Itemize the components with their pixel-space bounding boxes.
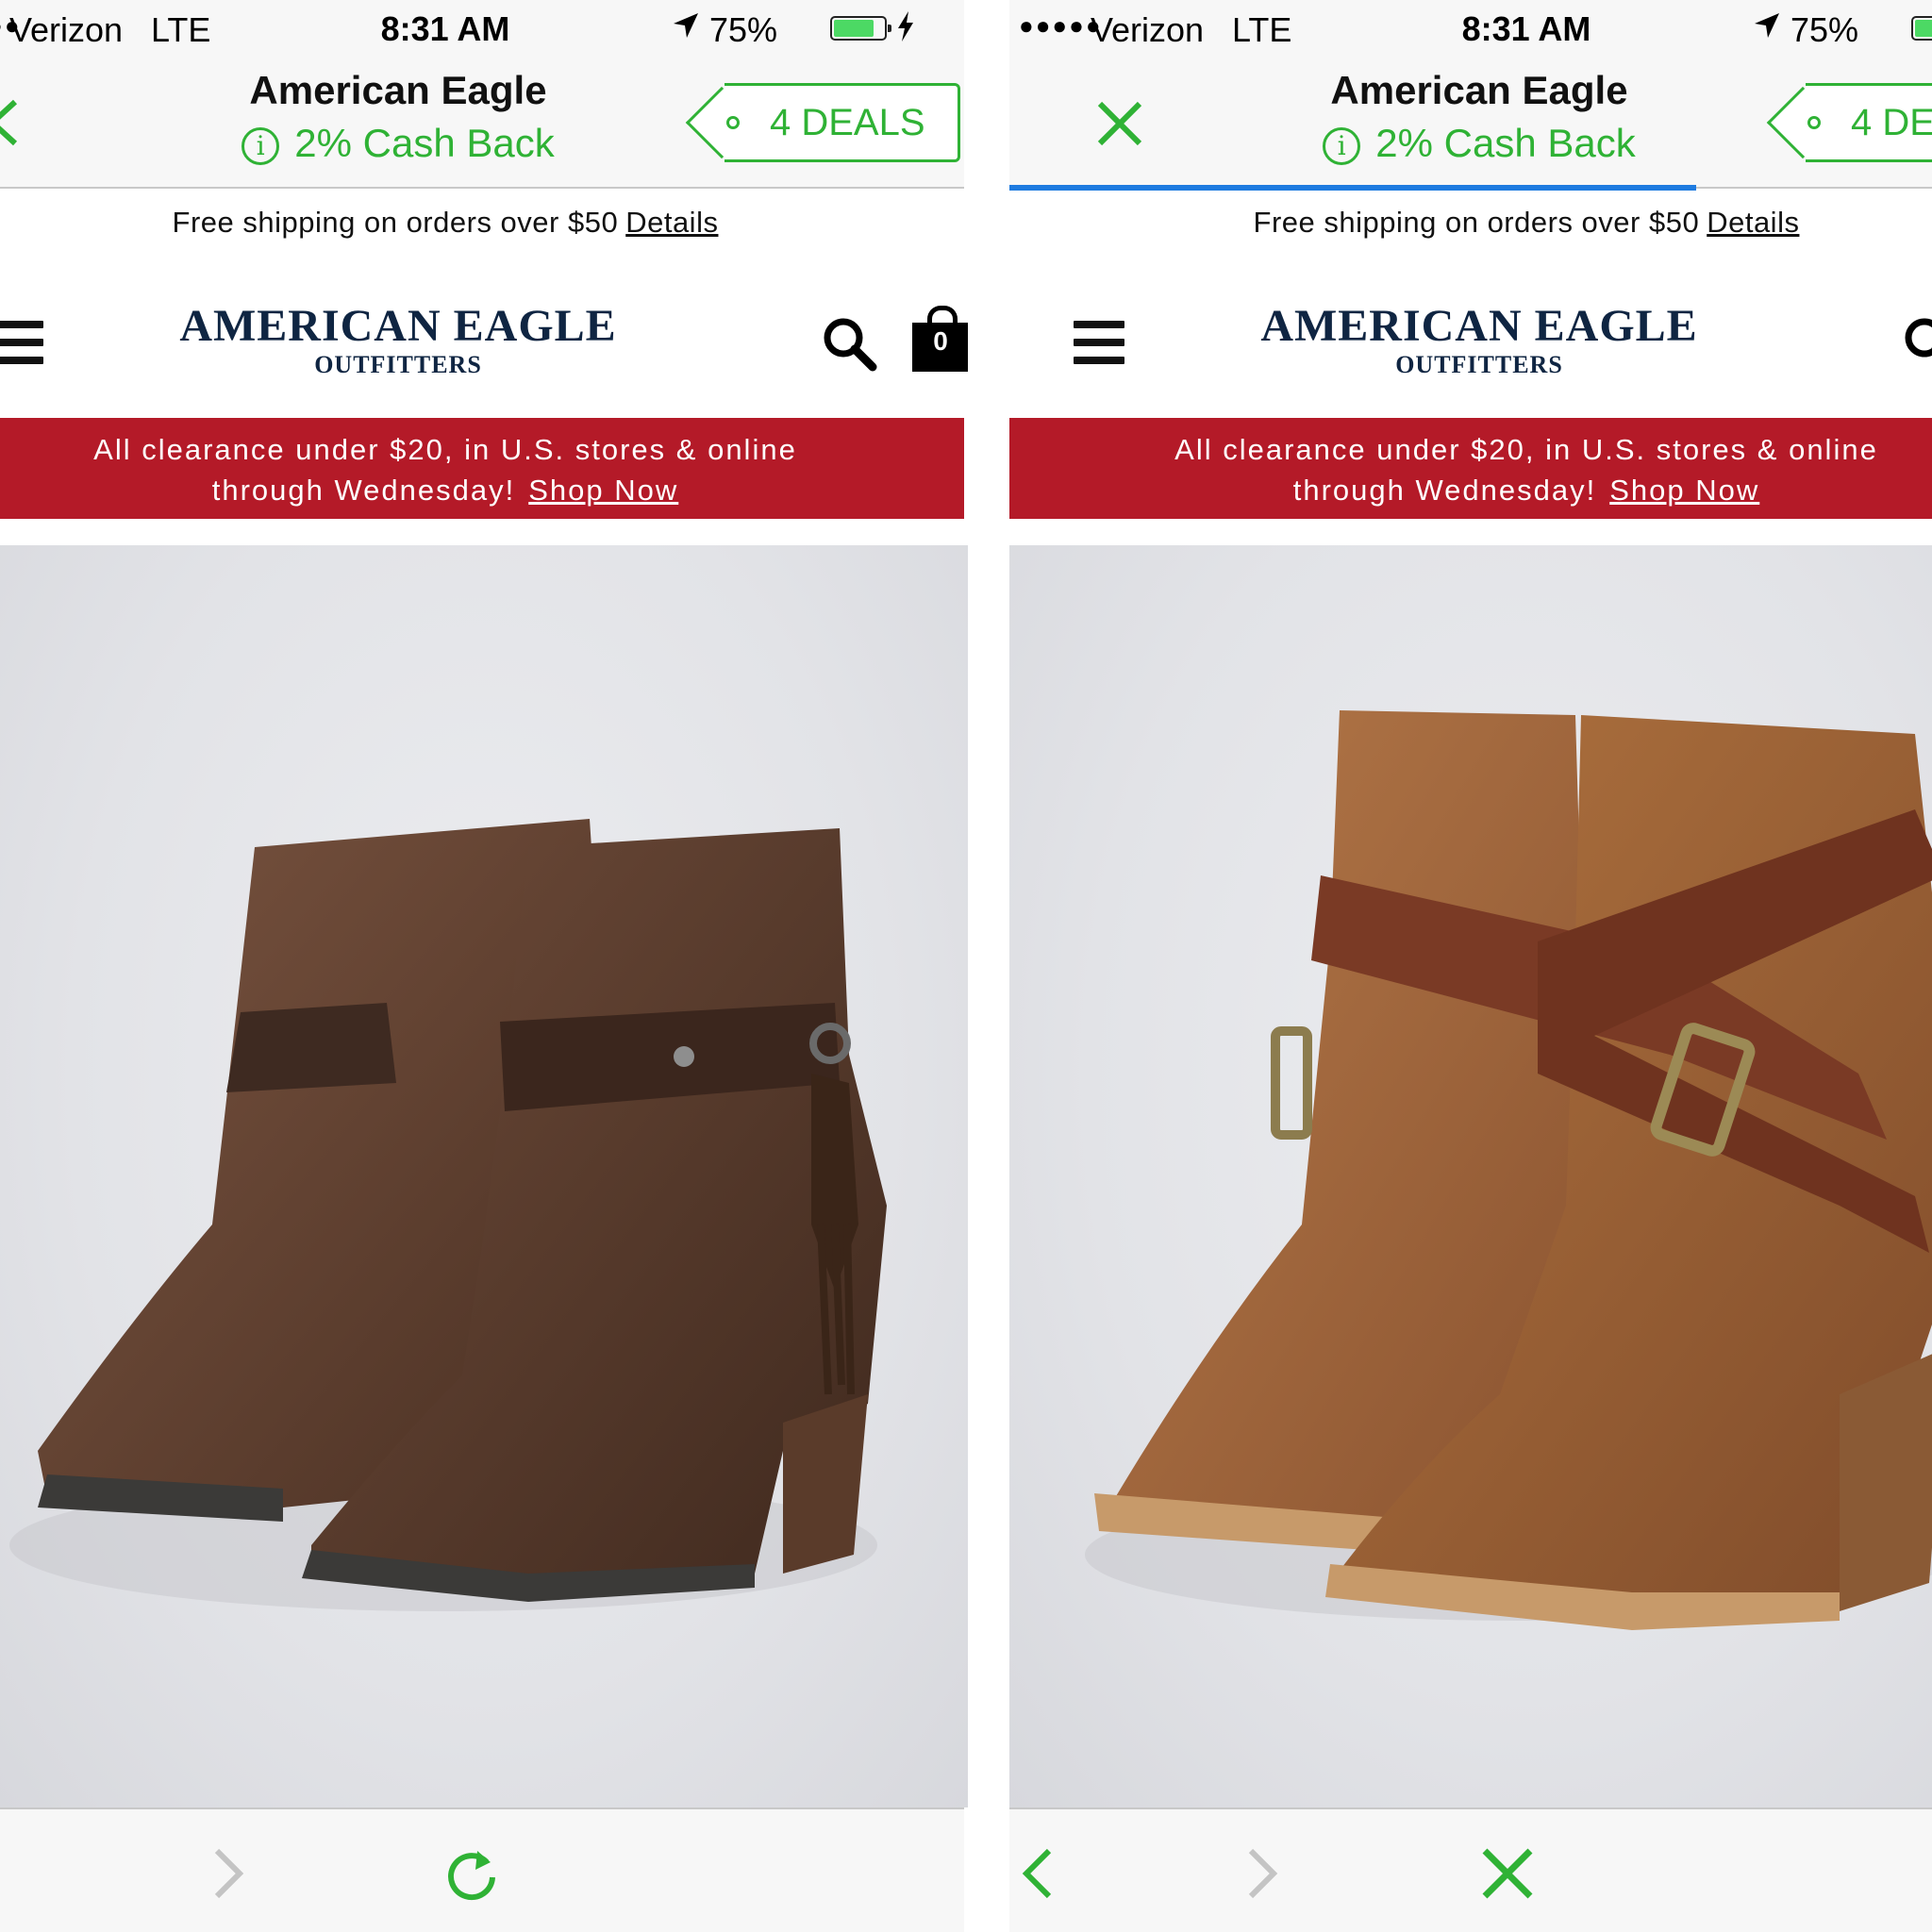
site-logo[interactable]: AMERICAN EAGLE OUTFITTERS — [1243, 302, 1715, 379]
browser-toolbar — [1009, 1807, 1932, 1932]
shipping-text: Free shipping on orders over $50 — [172, 206, 619, 239]
tag-icon — [1766, 86, 1840, 159]
promo-line1: All clearance under $20, in U.S. stores … — [1174, 433, 1878, 466]
search-icon[interactable] — [821, 315, 877, 372]
site-header: AMERICAN EAGLE OUTFITTERS 0 — [1009, 274, 1932, 415]
promo-banner: All clearance under $20, in U.S. stores … — [0, 418, 964, 519]
cart-count: 0 — [912, 323, 968, 372]
back-icon[interactable] — [0, 98, 23, 147]
product-image[interactable] — [0, 545, 968, 1807]
cashback-toolbar: American Eagle i 2% Cash Back 4 DEALS — [0, 58, 964, 189]
location-icon — [1755, 13, 1779, 38]
cashback-toolbar: American Eagle i 2% Cash Back 4 DEALS — [1009, 58, 1932, 191]
left-screenshot: ●●●●● Verizon LTE 8:31 AM 75% American E… — [0, 0, 968, 1932]
cashback-rate[interactable]: i 2% Cash Back — [1243, 121, 1715, 166]
location-icon — [674, 13, 698, 38]
promo-line2: through Wednesday! — [211, 474, 516, 507]
browser-toolbar — [0, 1807, 964, 1932]
screenshot-divider — [968, 0, 1009, 1932]
logo-line1: AMERICAN EAGLE — [1260, 301, 1698, 351]
site-header: AMERICAN EAGLE OUTFITTERS 0 — [0, 274, 968, 415]
deals-button[interactable]: 4 DEALS — [685, 83, 960, 162]
forward-icon[interactable] — [200, 1845, 257, 1902]
deals-label: 4 DEALS — [1851, 102, 1932, 143]
tag-hole — [726, 116, 740, 129]
forward-icon[interactable] — [1234, 1845, 1291, 1902]
tag-icon — [685, 86, 758, 159]
site-logo[interactable]: AMERICAN EAGLE OUTFITTERS — [162, 302, 634, 379]
battery-icon — [1911, 16, 1932, 41]
search-icon[interactable] — [1902, 315, 1932, 372]
battery-percent: 75% — [709, 10, 778, 49]
shipping-details-link[interactable]: Details — [625, 206, 718, 239]
info-icon[interactable]: i — [242, 127, 280, 165]
tag-hole — [1807, 116, 1821, 129]
product-image[interactable] — [1009, 545, 1932, 1807]
cashback-label: 2% Cash Back — [294, 121, 555, 165]
close-icon[interactable] — [1094, 98, 1145, 149]
store-name: American Eagle — [249, 68, 547, 112]
dark-brown-boots-illustration — [9, 819, 887, 1611]
right-screenshot: ●●●●● Verizon LTE 8:31 AM 75% American E… — [1009, 0, 1932, 1932]
bag-icon[interactable]: 0 — [912, 306, 968, 372]
page-load-progress — [1009, 185, 1696, 191]
back-icon[interactable] — [1009, 1845, 1066, 1902]
logo-line2: OUTFITTERS — [314, 351, 482, 378]
shop-now-link[interactable]: Shop Now — [528, 474, 678, 507]
shipping-text: Free shipping on orders over $50 — [1253, 206, 1700, 239]
shop-now-link[interactable]: Shop Now — [1609, 474, 1759, 507]
info-icon[interactable]: i — [1323, 127, 1361, 165]
cognac-boots-illustration — [1085, 710, 1932, 1630]
promo-line1: All clearance under $20, in U.S. stores … — [93, 433, 797, 466]
logo-line2: OUTFITTERS — [1395, 351, 1563, 378]
status-time: 8:31 AM — [380, 9, 510, 48]
shipping-banner: Free shipping on orders over $50 Details — [0, 206, 964, 240]
battery-percent: 75% — [1790, 10, 1859, 49]
deals-button[interactable]: 4 DEALS — [1766, 83, 1932, 162]
menu-icon[interactable] — [0, 321, 43, 364]
deals-label: 4 DEALS — [770, 102, 925, 143]
status-bar: ●●●●● Verizon LTE 8:31 AM 75% — [1009, 0, 1932, 58]
status-bar: ●●●●● Verizon LTE 8:31 AM 75% — [0, 0, 964, 58]
close-icon[interactable] — [1479, 1845, 1536, 1902]
logo-line1: AMERICAN EAGLE — [179, 301, 617, 351]
charging-icon — [898, 11, 913, 42]
shipping-details-link[interactable]: Details — [1707, 206, 1799, 239]
promo-banner: All clearance under $20, in U.S. stores … — [1009, 418, 1932, 519]
store-name: American Eagle — [1330, 68, 1628, 112]
promo-line2: through Wednesday! — [1292, 474, 1597, 507]
shipping-banner: Free shipping on orders over $50 Details — [1009, 206, 1932, 240]
reload-icon[interactable] — [443, 1845, 500, 1902]
cashback-rate[interactable]: i 2% Cash Back — [162, 121, 634, 166]
battery-icon — [830, 16, 891, 41]
menu-icon[interactable] — [1074, 321, 1124, 364]
cashback-label: 2% Cash Back — [1375, 121, 1636, 165]
